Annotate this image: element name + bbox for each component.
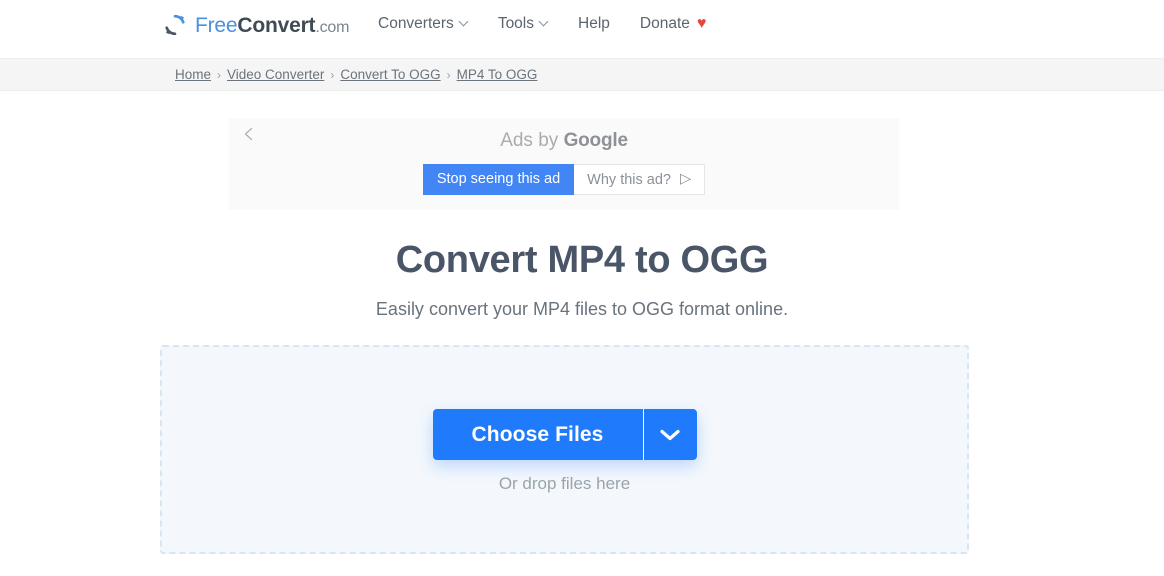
brand-text: FreeConvert.com [195,15,349,36]
site-logo[interactable]: FreeConvert.com [163,8,349,42]
ads-by-google-label: Ads by Google [229,131,899,150]
breadcrumb-item-mp4-to-ogg[interactable]: MP4 To OGG [457,67,538,82]
play-triangle-icon: ▷ [680,172,691,187]
why-this-ad-label: Why this ad? [587,172,671,188]
google-ad-panel: Ads by Google Stop seeing this ad Why th… [229,118,899,210]
file-dropzone[interactable]: Choose Files Or drop files here [160,345,969,554]
choose-files-row: Choose Files [162,409,967,460]
brand-free: Free [195,14,237,37]
breadcrumb-separator: › [330,68,334,82]
nav-item-help[interactable]: Help [578,15,610,33]
nav-item-converters[interactable]: Converters [378,15,468,33]
brand-convert: Convert [237,14,315,37]
choose-files-button[interactable]: Choose Files [433,409,643,460]
nav-item-donate[interactable]: Donate ♥ [640,15,706,33]
breadcrumb-separator: › [447,68,451,82]
page-subtitle: Easily convert your MP4 files to OGG for… [0,298,1164,321]
chevron-down-icon [460,18,468,26]
breadcrumb-item-convert-to-ogg[interactable]: Convert To OGG [340,67,440,82]
refresh-circle-icon [163,13,187,37]
brand-tld: .com [315,19,349,36]
why-this-ad-button[interactable]: Why this ad? ▷ [574,164,705,195]
chevron-down-icon [540,18,548,26]
breadcrumb-item-home[interactable]: Home [175,67,211,82]
google-text: Google [564,130,628,151]
page-root: FreeConvert.com Converters Tools Help Do… [0,0,1164,576]
hero-section: Convert MP4 to OGG Easily convert your M… [0,238,1164,321]
breadcrumb-item-video-converter[interactable]: Video Converter [227,67,324,82]
ad-buttons-row: Stop seeing this ad Why this ad? ▷ [229,164,899,195]
breadcrumb: Home › Video Converter › Convert To OGG … [175,67,537,82]
heart-icon: ♥ [697,16,707,32]
page-title: Convert MP4 to OGG [0,238,1164,284]
nav-item-label: Converters [378,15,454,33]
nav-item-label: Help [578,15,610,33]
chevron-down-icon [659,428,681,442]
nav-item-label: Donate [640,15,690,33]
breadcrumb-separator: › [217,68,221,82]
drop-files-hint: Or drop files here [162,474,967,494]
nav-item-tools[interactable]: Tools [498,15,548,33]
ads-by-text: Ads by [500,130,558,151]
stop-seeing-this-ad-button[interactable]: Stop seeing this ad [423,164,574,195]
choose-files-dropdown-button[interactable] [644,409,697,460]
choose-files-group: Choose Files [433,409,697,460]
main-nav: Converters Tools Help Donate ♥ [378,10,706,38]
breadcrumb-bar: Home › Video Converter › Convert To OGG … [0,58,1164,91]
nav-item-label: Tools [498,15,534,33]
site-header: FreeConvert.com Converters Tools Help Do… [0,0,1164,58]
